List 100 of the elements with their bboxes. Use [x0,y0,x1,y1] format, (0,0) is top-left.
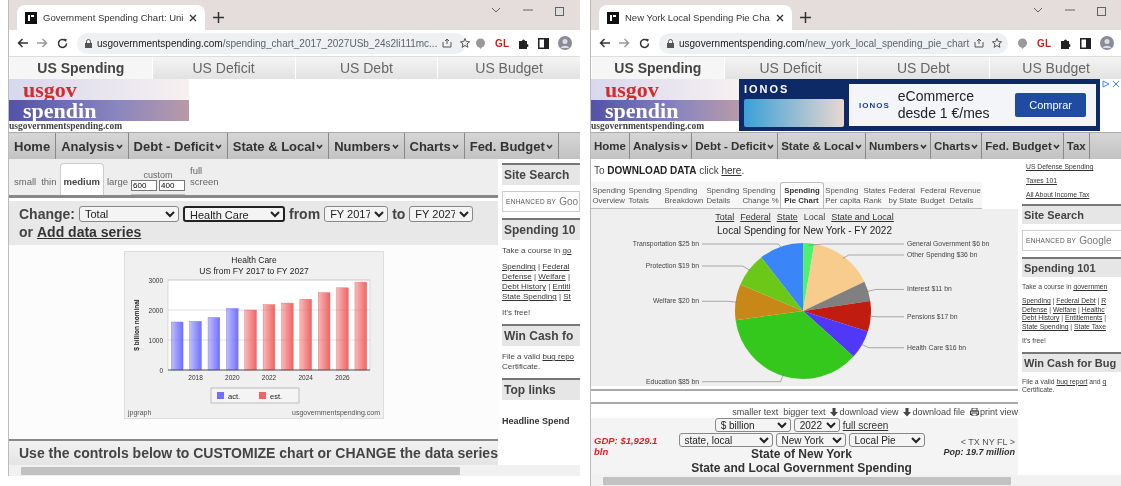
puzzle-icon[interactable] [518,37,529,49]
size-tab[interactable]: thin [39,176,59,195]
dropdown[interactable]: state, local [678,433,773,447]
reload-icon[interactable] [57,37,68,49]
star-icon[interactable] [992,38,1003,48]
site-nav-tab[interactable]: US Debt [294,57,438,79]
level-option[interactable]: Local [803,212,826,222]
full-screen-tab[interactable]: full screen [186,165,223,195]
level-link[interactable]: State and Local [831,212,894,222]
link[interactable]: go [562,246,572,255]
action-link[interactable]: smaller text [732,407,779,417]
link[interactable]: State Spending [502,292,557,301]
state-nav[interactable]: < TX NY FL > [960,437,1015,447]
chart-title: Local Spending for New York - FY 2022 [717,224,892,236]
side-panel-icon[interactable] [1080,37,1091,49]
link[interactable]: Spending [502,262,536,271]
site-nav-tab[interactable]: US Spending [9,57,152,79]
extension-label[interactable]: GL [495,37,509,49]
ad-headline: eCommerce desde 1 €/mes [897,88,991,122]
maximize-icon[interactable] [555,7,564,16]
site-nav-tab[interactable]: US Budget [989,57,1121,79]
side-panel-icon[interactable] [538,37,549,49]
plus-icon[interactable] [799,11,811,23]
favicon-icon [25,11,37,24]
site-nav-tab[interactable]: US Deficit [723,57,857,79]
dropdown[interactable]: New York [775,433,846,447]
level-link[interactable]: State [776,212,798,222]
plus-icon[interactable] [213,11,225,23]
add-series-link[interactable]: Add data series [37,224,142,240]
star-icon[interactable] [460,38,471,48]
chart-subtitle: US from FY 2017 to FY 2027 [198,266,309,276]
action-link[interactable]: print view [980,407,1018,417]
address-bar[interactable]: usgovernmentspending.com/new_york_local_spending_pie_chart [659,32,1009,54]
change-label: Change: [19,206,75,222]
back-arrow-icon[interactable] [17,38,28,48]
avatar-icon[interactable] [558,36,572,50]
level-link[interactable]: Total [715,212,735,222]
reload-icon[interactable] [639,37,650,49]
chevron-down-icon[interactable] [1033,7,1043,13]
sidebar-heading: Spending 101 [1022,257,1121,277]
share-icon[interactable] [974,38,985,48]
site-nav-tab[interactable]: US Debt [856,57,990,79]
forward-arrow-icon[interactable] [37,38,48,48]
site-nav-tab[interactable]: US Budget [437,57,580,79]
browser-tab[interactable]: Government Spending Chart: Uni [17,5,206,30]
dropdown[interactable]: Total [79,206,179,222]
back-arrow-icon[interactable] [599,38,610,48]
link[interactable]: Federal [542,262,570,271]
horizontal-scrollbar[interactable] [591,475,1121,486]
puzzle-icon[interactable] [1060,37,1071,49]
share-icon[interactable] [442,38,453,48]
action-link[interactable]: bigger text [783,407,826,417]
maximize-icon[interactable] [1097,7,1106,16]
width-input[interactable]: 600 [131,180,158,191]
balloon-icon[interactable] [1017,37,1029,49]
link[interactable]: Entitl [552,282,571,291]
change-label: or [19,224,33,240]
forward-arrow-icon[interactable] [619,38,630,48]
printer-icon[interactable] [970,408,979,416]
link[interactable]: bug repo [542,352,575,361]
download-icon[interactable] [903,407,912,417]
link[interactable]: St [563,292,571,301]
avatar-icon[interactable] [1100,36,1114,50]
size-tab[interactable]: small [12,176,39,195]
size-tab[interactable]: medium [59,163,104,195]
height-input[interactable]: 400 [159,180,186,191]
chevron-down-icon[interactable] [491,7,501,13]
link[interactable]: Debt History [502,282,546,291]
horizontal-scrollbar[interactable] [9,465,580,476]
site-nav-tab[interactable]: US Deficit [151,57,295,79]
leader-line [859,343,904,349]
sidebar-heading: Top links [502,378,580,400]
site-nav-tab[interactable]: US Spending [591,57,724,79]
level-link[interactable]: Federal [740,212,771,222]
ad-choices-icon[interactable] [1102,80,1110,88]
dropdown[interactable]: $ billion [714,418,791,432]
dropdown[interactable]: Local Pie [848,433,925,447]
download-text: To DOWNLOAD DATA click here. [593,164,746,178]
dropdown[interactable]: Health Care [183,206,285,222]
download-icon[interactable] [830,407,839,417]
extension-label[interactable]: GL [1037,37,1051,49]
close-icon[interactable] [775,13,784,22]
action-link[interactable]: download view [839,407,899,417]
balloon-icon[interactable] [475,37,487,49]
ad-cta-button[interactable]: Comprar [1015,93,1086,117]
address-bar[interactable]: usgovernmentspending.com/spending_chart_2017_2027USb_24s2li111mc... [77,32,467,54]
link[interactable]: Welfare [538,272,566,281]
leader-line [865,289,904,293]
page-title: State and Local Government Spending [691,462,912,475]
browser-tab[interactable]: New York Local Spending Pie Cha [599,5,792,30]
action-link[interactable]: download file [912,407,965,417]
dropdown[interactable]: FY 2027 [409,206,474,222]
link[interactable]: Defense [502,272,532,281]
dropdown[interactable]: 2022 [793,418,840,432]
close-icon[interactable] [189,13,198,22]
size-tab[interactable]: large [104,176,131,195]
logo-caption: usgovernmentspending.com [591,121,706,131]
dropdown[interactable]: FY 2017 [324,206,389,222]
chart-title: Health Care [230,255,277,265]
full-screen-link[interactable]: full screen [842,419,889,431]
